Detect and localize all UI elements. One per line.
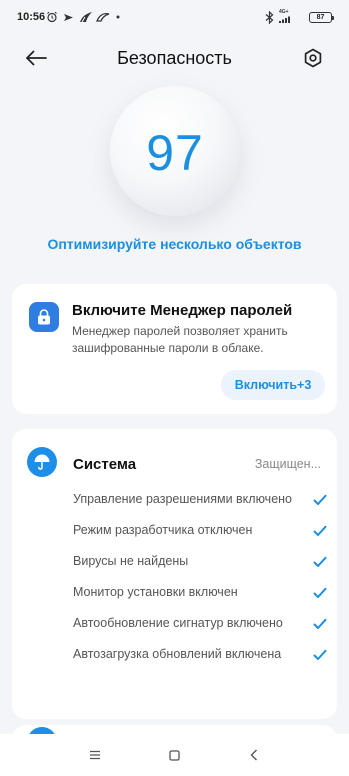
password-manager-title: Включите Менеджер паролей: [72, 302, 293, 319]
square-icon: [168, 749, 180, 761]
menu-button[interactable]: [86, 746, 104, 764]
check-item-label: Вирусы не найдены: [73, 554, 189, 568]
check-item-auto-download: Автозагрузка обновлений включена: [73, 646, 327, 663]
check-item-install-monitor: Монитор установки включен: [73, 584, 327, 601]
check-item-viruses: Вирусы не найдены: [73, 553, 327, 570]
back-nav-button[interactable]: [245, 746, 263, 764]
settings-button[interactable]: [301, 46, 325, 70]
bluetooth-icon: [265, 10, 274, 24]
app-notification-icon-2: [96, 10, 110, 24]
check-icon: [313, 494, 327, 505]
password-manager-description: Менеджер паролей позволяет хранить зашиф…: [72, 324, 288, 355]
system-title: Система: [73, 456, 137, 473]
check-item-label: Режим разработчика отключен: [73, 523, 253, 537]
security-screen: 10:56 4G+ 87 Безопасность 97 Оптимизируй…: [0, 0, 349, 776]
header: Безопасность: [0, 36, 349, 80]
optimize-link[interactable]: Оптимизируйте несколько объектов: [0, 236, 349, 252]
signal-icon: 4G+: [279, 10, 293, 24]
umbrella-icon: [27, 447, 57, 477]
gear-icon: [304, 48, 322, 68]
security-score: 97: [146, 125, 204, 181]
check-item-developer-mode: Режим разработчика отключен: [73, 522, 327, 539]
system-navigation-bar: [0, 734, 349, 776]
check-item-permissions: Управление разрешениями включено: [73, 491, 327, 508]
check-icon: [313, 618, 327, 629]
system-status: Защищен...: [254, 457, 321, 471]
check-icon: [313, 587, 327, 598]
password-manager-card: Включите Менеджер паролей Менеджер парол…: [12, 284, 337, 414]
check-item-label: Монитор установки включен: [73, 585, 238, 599]
alarm-icon: [46, 10, 58, 24]
system-checks-list: Управление разрешениями включено Режим р…: [73, 491, 327, 663]
check-item-label: Автообновление сигнатур включено: [73, 616, 283, 630]
check-item-label: Автозагрузка обновлений включена: [73, 647, 282, 661]
more-notifications-dot: [116, 10, 120, 24]
app-notification-icon: [79, 10, 93, 24]
status-bar: 10:56 4G+ 87: [0, 0, 349, 36]
check-item-signature-update: Автообновление сигнатур включено: [73, 615, 327, 632]
system-card: Система Защищен... Управление разрешения…: [12, 429, 337, 719]
page-title: Безопасность: [117, 48, 232, 68]
enable-password-manager-button[interactable]: Включить+3: [221, 370, 325, 400]
check-icon: [313, 649, 327, 660]
check-item-label: Управление разрешениями включено: [73, 492, 293, 506]
menu-icon: [90, 750, 100, 760]
chevron-left-icon: [250, 749, 257, 761]
status-time: 10:56: [17, 11, 46, 23]
lock-icon: [29, 302, 59, 332]
security-score-orb: 97: [110, 86, 240, 216]
check-icon: [313, 525, 327, 536]
check-icon: [313, 556, 327, 567]
battery-indicator: 87: [309, 12, 334, 23]
home-button[interactable]: [165, 746, 183, 764]
navigation-icon: [63, 10, 74, 24]
battery-level: 87: [316, 14, 325, 21]
